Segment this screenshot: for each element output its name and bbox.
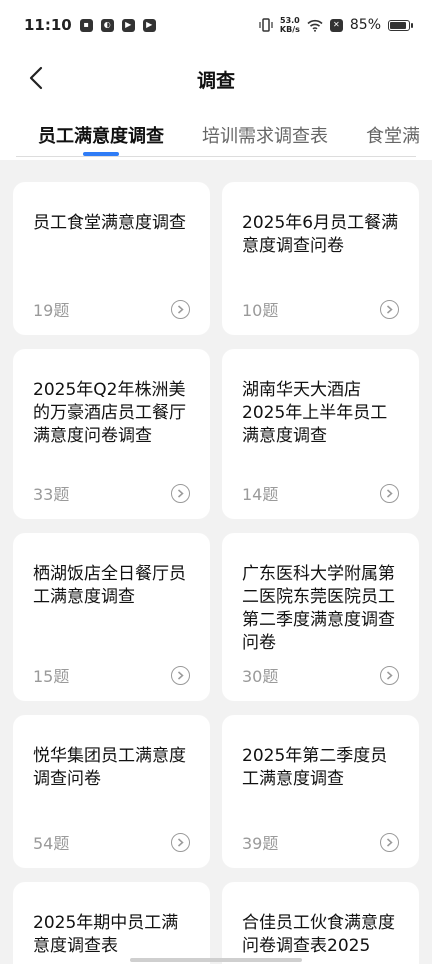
chevron-right-icon[interactable] [380,666,399,685]
survey-title: 2025年6月员工餐满意度调查问卷 [242,213,399,256]
question-count: 19题 [33,301,70,320]
status-right: 53.0 KB/s ✕ 85% [259,16,413,34]
sim-off-icon: ✕ [329,18,343,32]
survey-card[interactable]: 悦华集团员工满意度调查问卷 54题 [13,715,210,868]
survey-grid: 员工食堂满意度调查 19题 2025年6月员工餐满意度调查问卷 10题 2025… [13,182,419,964]
survey-card[interactable]: 2025年6月员工餐满意度调查问卷 10题 [222,182,419,335]
question-count: 10题 [242,301,279,320]
network-speed-unit: KB/s [279,25,300,34]
page-title: 调查 [196,70,235,92]
network-speed: 53.0 KB/s [280,16,300,34]
chevron-right-icon[interactable] [380,484,399,503]
survey-card[interactable]: 广东医科大学附属第二医院东莞医院员工第二季度满意度调查问卷 30题 [222,533,419,701]
survey-title: 栖湖饭店全日餐厅员工满意度调查 [33,564,186,607]
battery-percentage: 85% [349,17,381,33]
chevron-right-icon[interactable] [380,833,399,852]
question-count: 54题 [33,834,70,853]
vibrate-icon [259,18,273,32]
play-app-icon: ▶ [142,18,156,32]
app-notification-icon: ◐ [100,18,114,32]
chevron-right-icon[interactable] [171,484,190,503]
home-indicator[interactable] [130,958,302,962]
survey-card[interactable]: 湖南华天大酒店2025年上半年员工满意度调查 14题 [222,349,419,519]
survey-title: 悦华集团员工满意度调查问卷 [33,746,186,789]
survey-title: 合佳员工伙食满意度问卷调查表2025 [242,913,395,956]
app-notification-icon: ▪ [79,18,93,32]
network-speed-value: 53.0 [280,16,300,25]
survey-title: 2025年Q2年株洲美的万豪酒店员工餐厅满意度问卷调查 [33,380,186,446]
chevron-right-icon[interactable] [171,300,190,319]
survey-card[interactable]: 2025年期中员工满意度调查表 [13,882,210,964]
tab-bar: 员工满意度调查 培训需求调查表 食堂满 [0,108,432,158]
status-bar: 11:10 ▪ ◐ ▶ ▶ 53.0 KB/s ✕ 85% [0,0,432,50]
survey-card[interactable]: 2025年第二季度员工满意度调查 39题 [222,715,419,868]
survey-card[interactable]: 2025年Q2年株洲美的万豪酒店员工餐厅满意度问卷调查 33题 [13,349,210,519]
tab-label: 员工满意度调查 [38,126,164,147]
battery-icon [388,19,413,31]
survey-title: 员工食堂满意度调查 [33,213,186,233]
question-count: 39题 [242,834,279,853]
chevron-right-icon[interactable] [171,666,190,685]
question-count: 30题 [242,667,279,686]
tab-label: 培训需求调查表 [202,126,328,147]
play-app-icon: ▶ [121,18,135,32]
question-count: 14题 [242,485,279,504]
question-count: 15题 [33,667,70,686]
survey-title: 2025年期中员工满意度调查表 [33,913,179,956]
survey-card[interactable]: 栖湖饭店全日餐厅员工满意度调查 15题 [13,533,210,701]
question-count: 33题 [33,485,70,504]
page-header: 调查 员工满意度调查 培训需求调查表 食堂满 [0,50,432,160]
survey-title: 湖南华天大酒店2025年上半年员工满意度调查 [242,380,388,446]
tabs-divider [16,156,416,157]
tab-label: 食堂满 [366,126,420,147]
wifi-icon [307,19,323,32]
tab-canteen[interactable]: 食堂满 [366,108,420,148]
chevron-right-icon[interactable] [171,833,190,852]
survey-card[interactable]: 员工食堂满意度调查 19题 [13,182,210,335]
survey-title: 广东医科大学附属第二医院东莞医院员工第二季度满意度调查问卷 [242,564,395,653]
status-left: 11:10 ▪ ◐ ▶ ▶ [24,16,156,34]
chevron-right-icon[interactable] [380,300,399,319]
battery-level [390,21,406,29]
tab-training-needs[interactable]: 培训需求调查表 [202,108,328,148]
survey-title: 2025年第二季度员工满意度调查 [242,746,388,789]
tab-employee-satisfaction[interactable]: 员工满意度调查 [38,108,164,156]
status-time: 11:10 [24,16,72,34]
survey-card[interactable]: 合佳员工伙食满意度问卷调查表2025 [222,882,419,964]
